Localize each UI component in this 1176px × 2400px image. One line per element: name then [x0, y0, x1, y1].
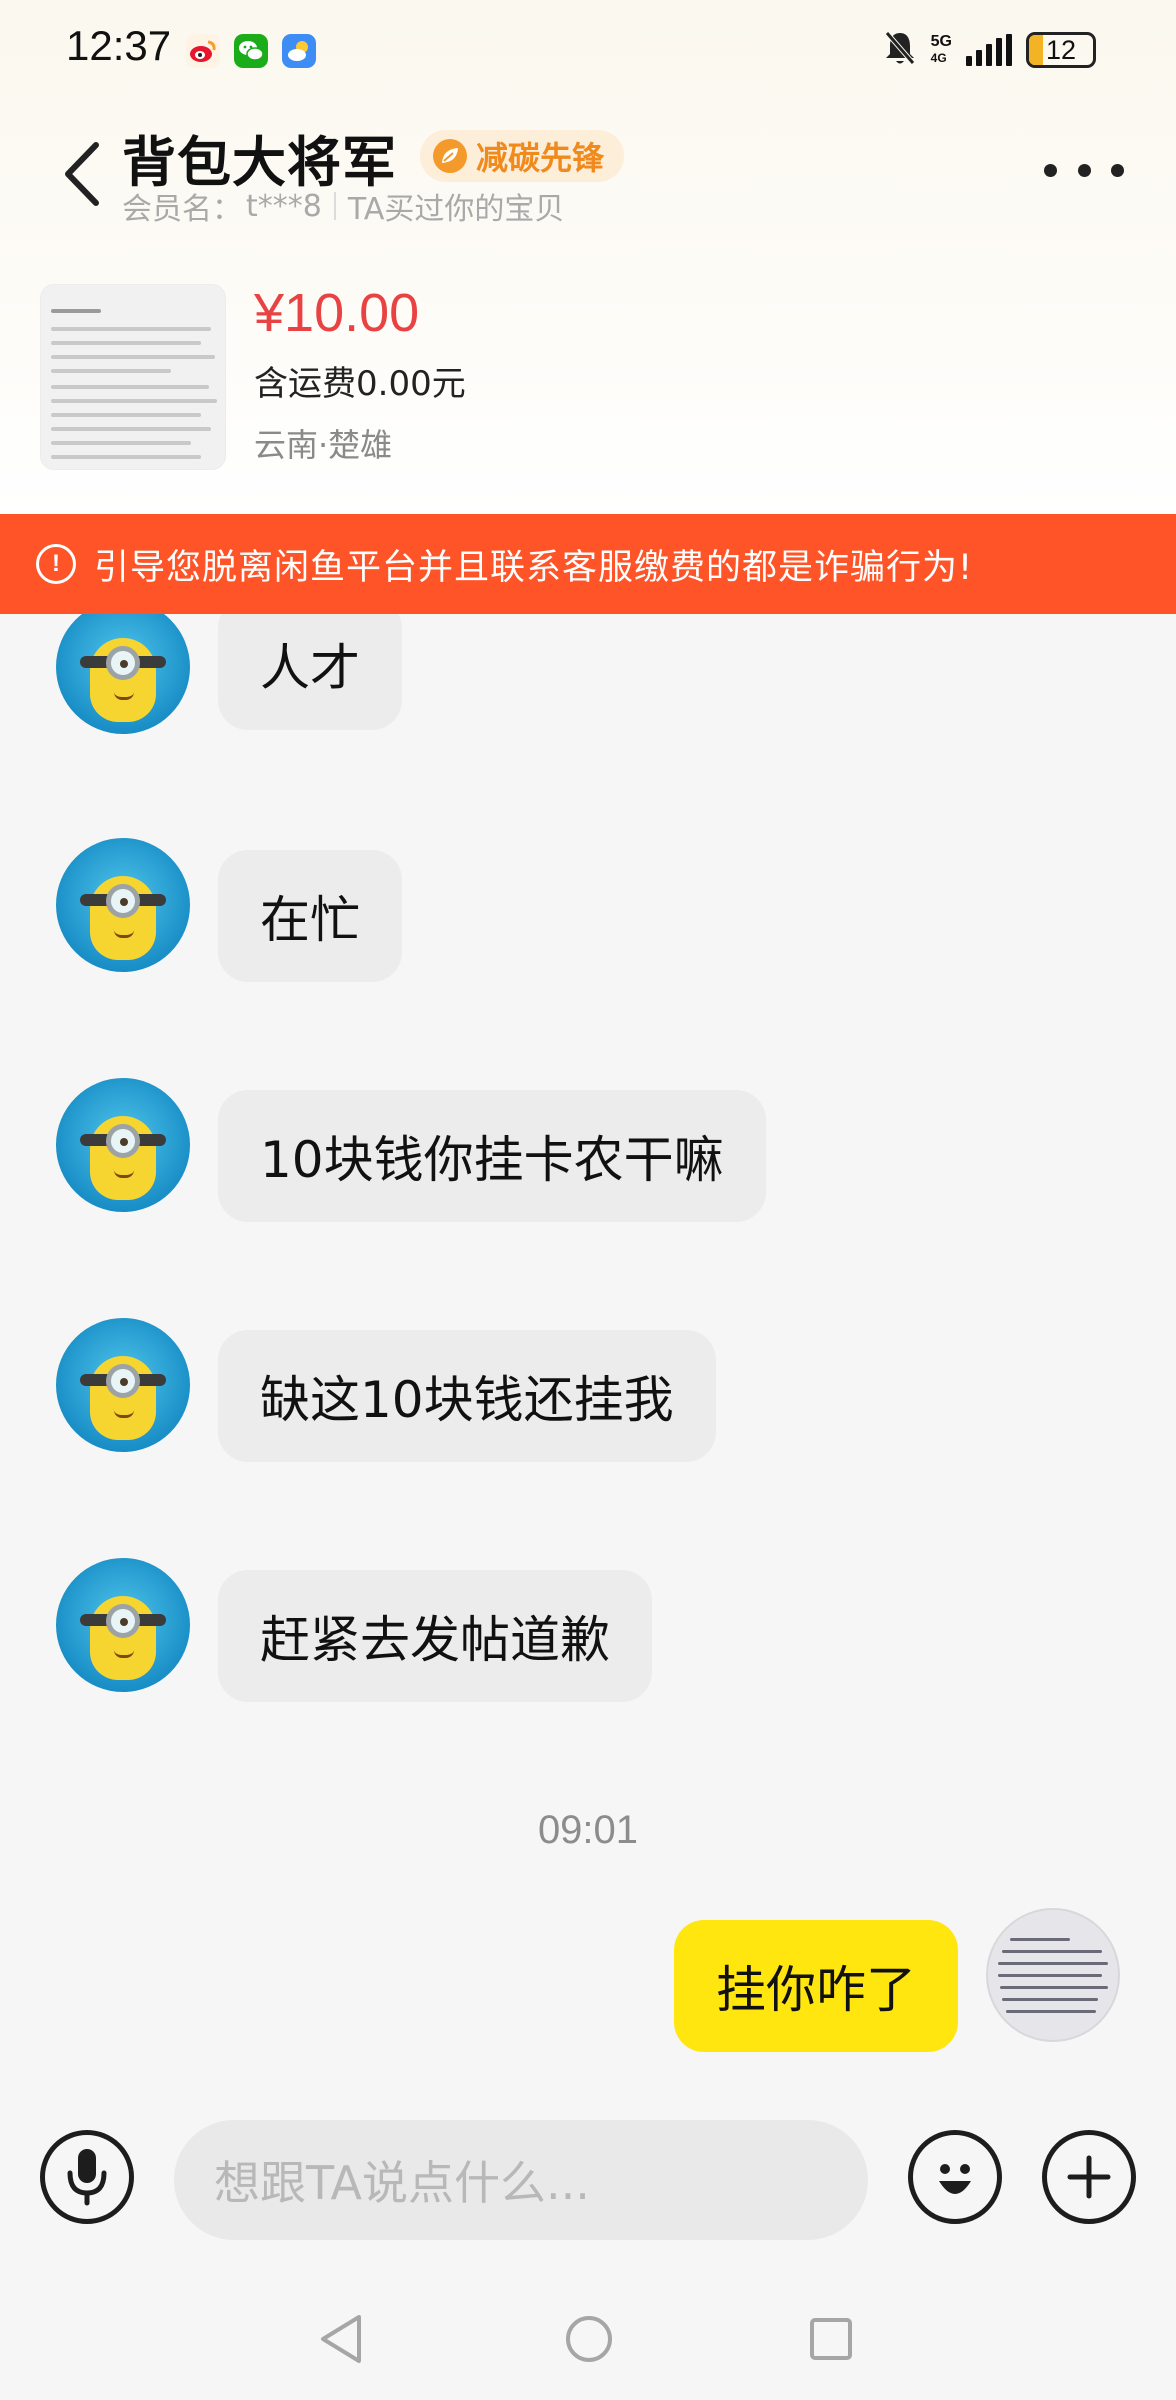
status-bar: 12:37 5G 4G 12	[0, 0, 1176, 100]
weather-icon	[282, 34, 316, 68]
product-price: ¥10.00	[254, 283, 420, 343]
relation-text: TA买过你的宝贝	[347, 192, 565, 227]
chat-header-area: 12:37 5G 4G 12 背包大将军 减碳先锋 会员名： t***8 TA买…	[0, 0, 1176, 514]
back-icon	[65, 142, 99, 206]
contact-avatar[interactable]	[56, 614, 190, 734]
voice-icon	[67, 2149, 107, 2206]
message-input[interactable]: 想跟TA说点什么...	[174, 2120, 868, 2240]
mute-bell-icon	[883, 29, 917, 71]
contact-avatar[interactable]	[56, 1078, 190, 1212]
back-button[interactable]	[52, 136, 112, 212]
nav-home-button[interactable]	[554, 2304, 624, 2374]
nav-recent-icon	[810, 2318, 852, 2360]
signal-icon	[966, 34, 1012, 66]
more-button[interactable]	[1044, 150, 1124, 190]
weibo-icon	[186, 34, 220, 68]
message-list[interactable]: 人才 在忙 10块钱你挂卡农干嘛 缺这10块钱还挂我 赶紧去发帖道歉 09:01…	[0, 614, 1176, 2078]
scam-warning-banner: ! 引导您脱离闲鱼平台并且联系客服缴费的都是诈骗行为!	[0, 514, 1176, 614]
message-timestamp: 09:01	[537, 1808, 639, 1852]
message-bubble-incoming[interactable]: 人才	[218, 614, 402, 730]
warning-text: 引导您脱离闲鱼平台并且联系客服缴费的都是诈骗行为!	[94, 547, 974, 588]
member-info: 会员名： t***8 TA买过你的宝贝	[122, 184, 564, 228]
product-thumbnail[interactable]	[40, 284, 226, 470]
emoji-icon	[939, 2164, 971, 2194]
product-shipping: 含运费0.00元	[254, 364, 466, 404]
battery-indicator: 12	[1026, 32, 1096, 68]
warning-icon: !	[36, 544, 76, 584]
network-type: 5G 4G	[930, 33, 952, 66]
plus-button[interactable]	[1042, 2130, 1136, 2224]
product-location: 云南·楚雄	[254, 426, 393, 464]
more-icon	[1044, 163, 1057, 177]
emoji-button[interactable]	[908, 2130, 1002, 2224]
nav-back-button[interactable]	[306, 2304, 376, 2374]
self-avatar[interactable]	[986, 1908, 1120, 2042]
message-bubble-incoming[interactable]: 缺这10块钱还挂我	[218, 1330, 716, 1462]
message-bubble-incoming[interactable]: 赶紧去发帖道歉	[218, 1570, 652, 1702]
leaf-icon	[433, 139, 467, 173]
nav-recent-button[interactable]	[796, 2304, 866, 2374]
message-bubble-incoming[interactable]: 在忙	[218, 850, 402, 982]
input-bar: 想跟TA说点什么...	[0, 2078, 1176, 2278]
carbon-badge[interactable]: 减碳先锋	[420, 130, 625, 182]
status-indicators: 5G 4G 12	[883, 28, 1106, 72]
message-bubble-outgoing[interactable]: 挂你咋了	[674, 1920, 958, 2052]
contact-avatar[interactable]	[56, 1558, 190, 1692]
wechat-icon	[234, 34, 268, 68]
nav-back-icon	[321, 2315, 361, 2363]
status-time: 12:37	[66, 22, 172, 69]
voice-button[interactable]	[40, 2130, 134, 2224]
nav-home-icon	[566, 2316, 612, 2362]
system-nav-bar	[0, 2278, 1176, 2400]
plus-icon	[1067, 2155, 1111, 2199]
contact-avatar[interactable]	[56, 838, 190, 972]
message-bubble-incoming[interactable]: 10块钱你挂卡农干嘛	[218, 1090, 766, 1222]
member-id: t***8	[246, 188, 322, 224]
contact-avatar[interactable]	[56, 1318, 190, 1452]
